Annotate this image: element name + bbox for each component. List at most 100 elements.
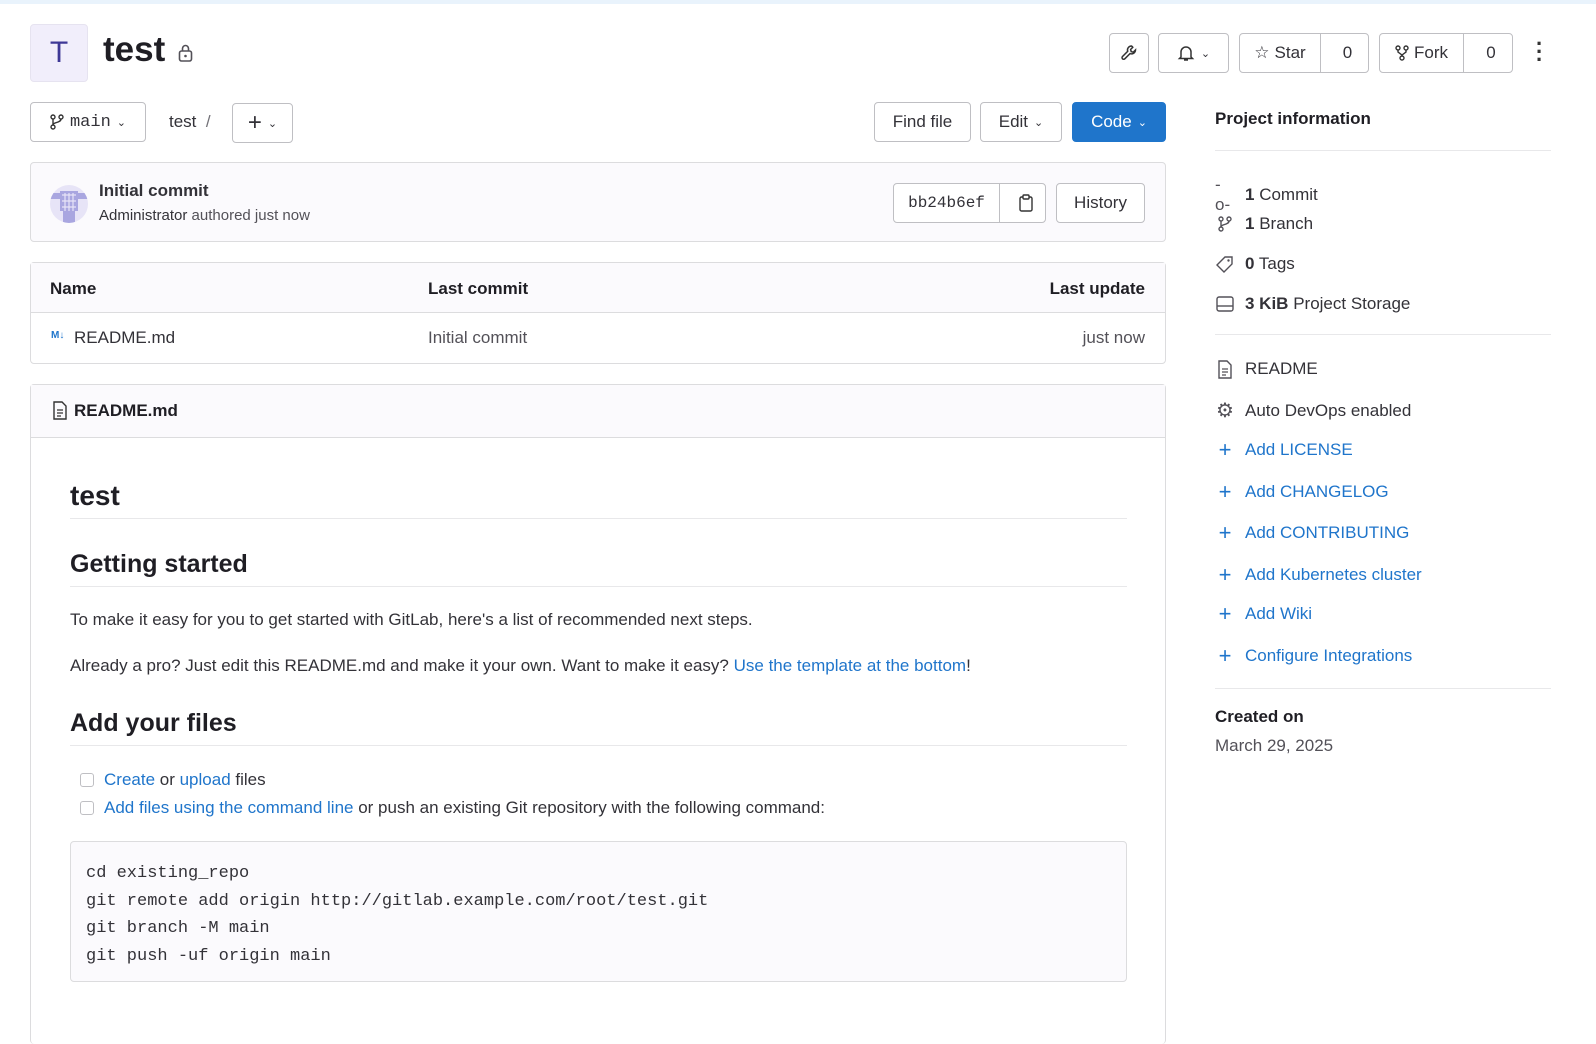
template-link[interactable]: Use the template at the bottom [734,656,966,675]
sidebar-storage[interactable]: 3 KiB Project Storage [1215,294,1410,314]
more-actions-icon[interactable]: · · · [1536,33,1543,71]
project-title: test [103,30,166,69]
stat-label: Commit [1259,185,1318,204]
stat-count: 0 [1245,254,1255,273]
chevron-down-icon: ⌄ [1200,47,1211,60]
find-file-button[interactable]: Find file [874,102,971,142]
header-last-update: Last update [1049,279,1145,298]
upload-link[interactable]: upload [180,770,231,789]
readme-header: README.md [31,385,1165,438]
project-avatar: T [30,24,88,82]
gear-icon: ⚙ [1216,400,1234,422]
created-on-date: March 29, 2025 [1215,736,1334,755]
readme-title: test [70,480,120,511]
settings-button[interactable] [1109,33,1149,73]
commit-title[interactable]: Initial commit [99,181,209,201]
commit-author[interactable]: Administrator [99,207,187,224]
configure-integrations-link[interactable]: + Configure Integrations [1215,643,1413,669]
add-contributing-link[interactable]: + Add CONTRIBUTING [1215,520,1410,546]
add-to-tree-dropdown[interactable]: + ⌄ [232,103,293,143]
task-text: or [155,770,180,789]
file-last-commit[interactable]: Initial commit [428,328,527,348]
stat-count: 1 [1245,185,1255,204]
pro-paragraph: Already a pro? Just edit this README.md … [70,656,971,676]
code-block[interactable]: cd existing_repo git remote add origin h… [70,841,1127,982]
file-icon [52,401,68,420]
add-wiki-link[interactable]: + Add Wiki [1215,601,1313,627]
tag-icon [1215,255,1235,273]
stat-label: Project Storage [1293,294,1411,313]
divider [70,518,1127,519]
task-checkbox[interactable] [80,801,94,815]
notification-dropdown[interactable]: ⌄ [1158,33,1229,73]
add-kubernetes-link[interactable]: + Add Kubernetes cluster [1215,562,1422,588]
file-icon [1215,359,1235,379]
plus-icon: + [1218,601,1232,626]
table-row[interactable]: M↓ README.md Initial commit just now [31,313,1165,363]
author-avatar[interactable] [50,185,88,223]
star-button-group: ☆ Star 0 [1239,33,1369,73]
code-line: cd existing_repo [86,864,250,883]
divider [70,745,1127,746]
create-link[interactable]: Create [104,770,155,789]
chevron-down-icon: ⌄ [116,116,127,129]
fork-icon [1395,45,1409,61]
breadcrumb-root[interactable]: test [169,112,196,131]
divider [1215,688,1551,689]
intro-paragraph: To make it easy for you to get started w… [70,610,753,629]
wrench-icon [1120,44,1138,62]
plus-icon: + [1218,479,1232,504]
star-icon: ☆ [1254,43,1270,62]
branch-icon [50,114,64,130]
readme-file-name[interactable]: README.md [74,401,178,421]
command-line-link[interactable]: Add files using the command line [104,798,353,817]
heading-getting-started: Getting started [70,550,248,578]
pro-text: Already a pro? Just edit this README.md … [70,656,734,675]
task-checkbox[interactable] [80,773,94,787]
add-license-link[interactable]: + Add LICENSE [1215,437,1353,463]
copy-sha-button[interactable] [1006,194,1045,212]
task-item: Add files using the command line or push… [80,798,825,818]
branch-name: main [69,112,111,132]
code-line: git branch -M main [86,919,270,938]
auto-devops-label: Auto DevOps enabled [1245,400,1412,420]
edit-dropdown[interactable]: Edit ⌄ [980,102,1062,142]
star-count[interactable]: 0 [1327,43,1368,63]
last-commit-panel: Initial commit Administrator authored ju… [30,162,1166,242]
link-label: Add LICENSE [1245,440,1353,459]
sidebar-branches[interactable]: 1 Branch [1215,214,1313,234]
plus-icon: + [1218,437,1232,462]
file-name-link[interactable]: README.md [74,328,175,348]
plus-icon: + [1218,643,1232,668]
sidebar-commits[interactable]: -o- 1 Commit [1215,175,1318,215]
task-item: Create or upload files [80,770,266,790]
code-label: Code [1091,112,1132,131]
branch-selector[interactable]: main ⌄ [30,102,146,142]
link-label: Add CHANGELOG [1245,482,1389,501]
task-text: files [230,770,266,789]
commit-sha[interactable]: bb24b6ef [894,184,1000,222]
readme-h1: test [70,480,120,512]
add-changelog-link[interactable]: + Add CHANGELOG [1215,479,1389,505]
divider [70,586,1127,587]
stat-label: Tags [1258,254,1295,273]
readme-link: README [1245,359,1318,378]
sidebar-auto-devops[interactable]: ⚙ Auto DevOps enabled [1215,398,1411,423]
avatar-letter: T [49,36,69,69]
history-button[interactable]: History [1056,183,1145,223]
stat-label: Branch [1259,214,1314,233]
stat-count: 3 KiB [1245,294,1289,313]
star-label: Star [1274,43,1306,62]
fork-button[interactable]: Fork [1380,34,1464,72]
sidebar-tags[interactable]: 0 Tags [1215,254,1295,274]
divider [1215,334,1551,335]
file-last-update: just now [1082,328,1145,347]
find-file-label: Find file [892,112,953,131]
commit-meta: authored just now [191,207,310,224]
fork-count[interactable]: 0 [1470,43,1512,63]
pro-end: ! [966,656,971,675]
code-dropdown[interactable]: Code ⌄ [1072,102,1166,142]
sidebar-readme[interactable]: README [1215,359,1318,379]
star-button[interactable]: ☆ Star [1240,34,1321,72]
sidebar-title: Project information [1215,109,1371,128]
